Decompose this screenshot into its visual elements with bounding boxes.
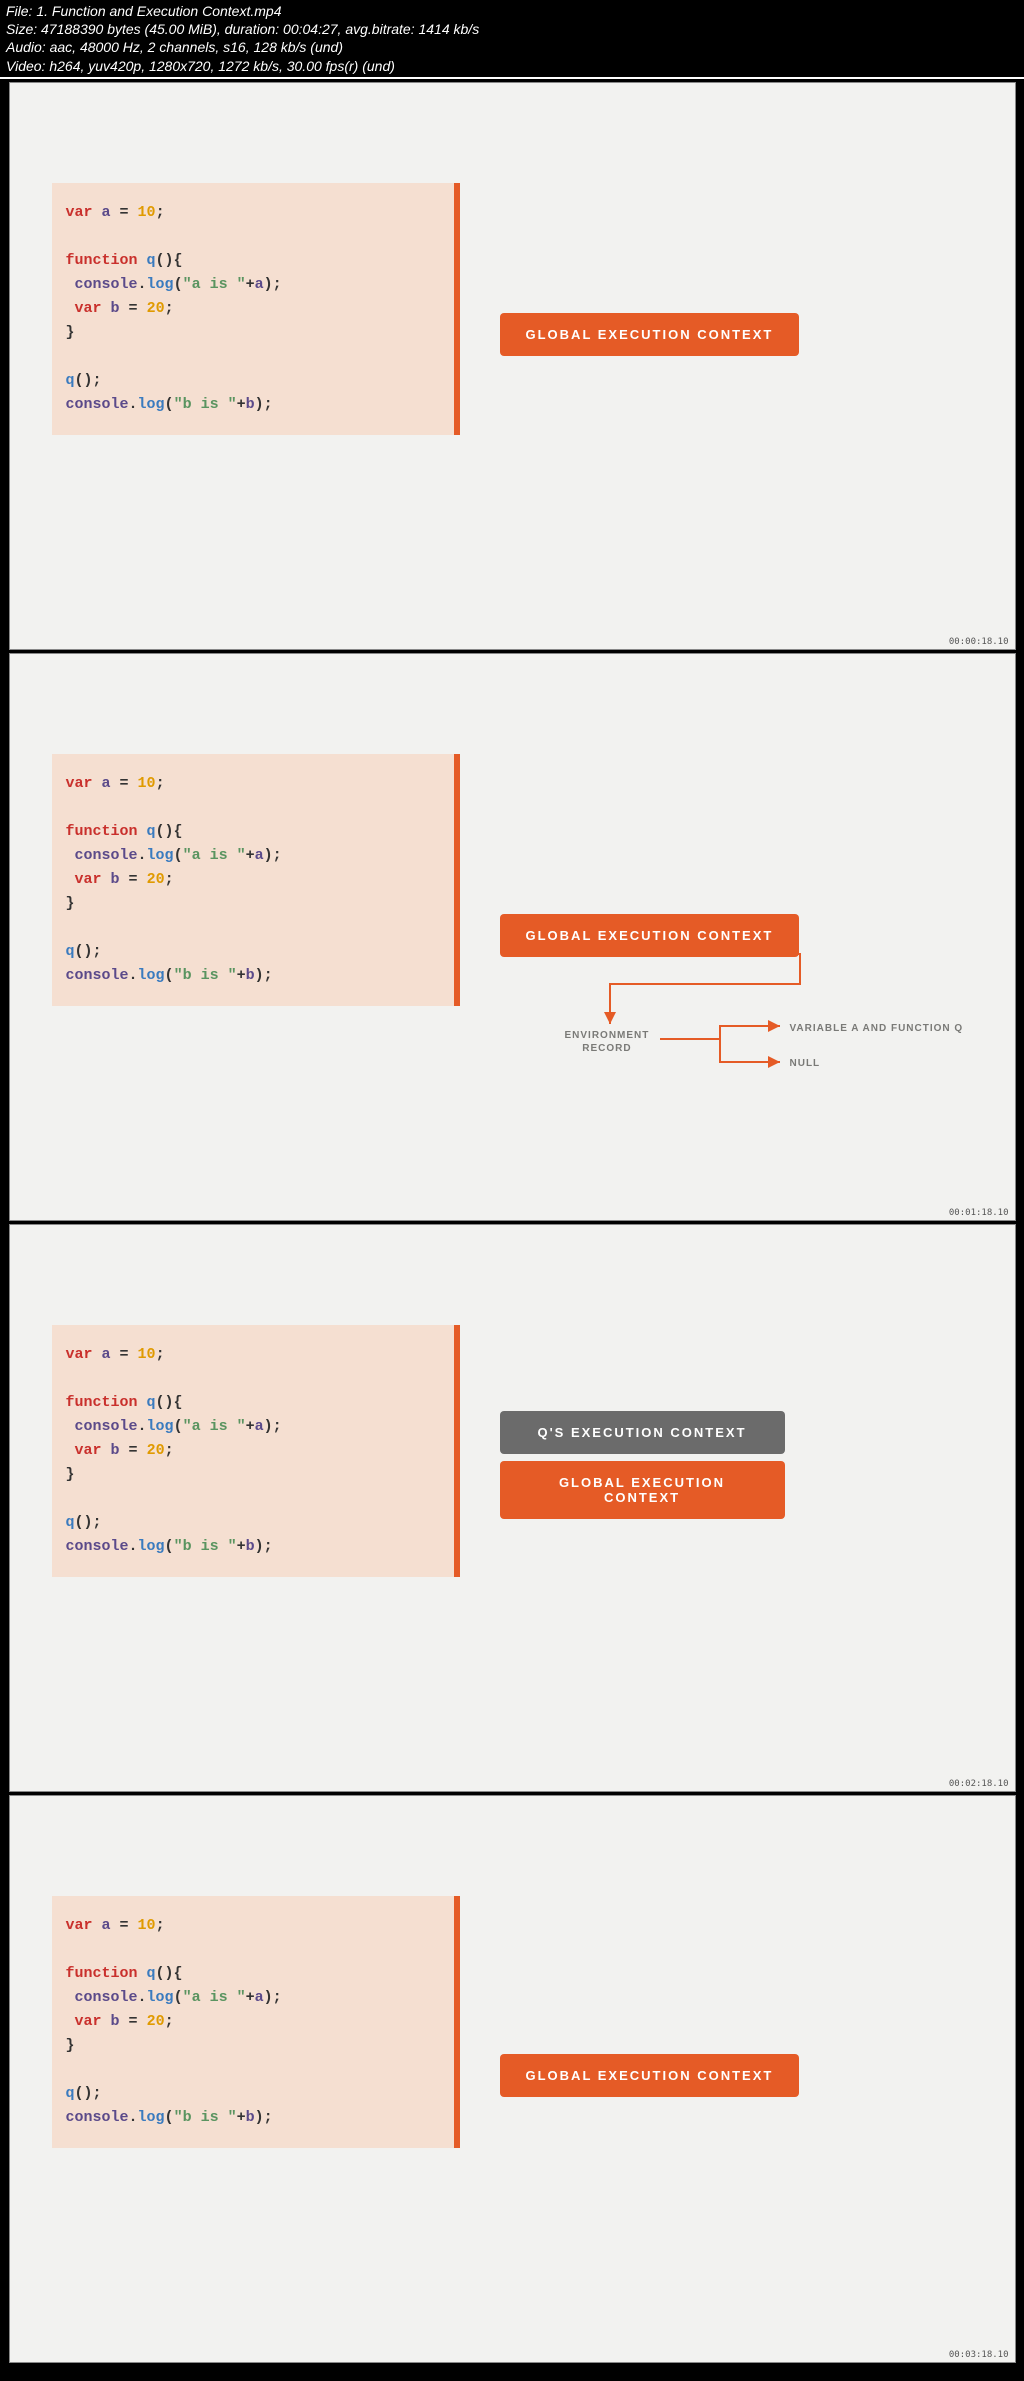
timestamp: 00:03:18.10 bbox=[949, 2350, 1009, 2360]
code-panel: var a = 10; function q(){ console.log("a… bbox=[52, 754, 454, 1006]
global-context-label: GLOBAL EXECUTION CONTEXT bbox=[500, 2054, 800, 2097]
environment-record-label: ENVIRONMENT RECORD bbox=[565, 1029, 650, 1055]
video-line: Video: h264, yuv420p, 1280x720, 1272 kb/… bbox=[6, 57, 1018, 75]
code-panel: var a = 10; function q(){ console.log("a… bbox=[52, 183, 454, 435]
code-block: var a = 10; function q(){ console.log("a… bbox=[66, 201, 440, 417]
global-context-label: GLOBAL EXECUTION CONTEXT bbox=[500, 914, 800, 957]
file-line: File: 1. Function and Execution Context.… bbox=[6, 2, 1018, 20]
global-context-label: GLOBAL EXECUTION CONTEXT bbox=[500, 313, 800, 356]
q-context-label: Q'S EXECUTION CONTEXT bbox=[500, 1411, 785, 1454]
timestamp: 00:00:18.10 bbox=[949, 637, 1009, 647]
code-block: var a = 10; function q(){ console.log("a… bbox=[66, 1343, 440, 1559]
global-context-label: GLOBAL EXECUTION CONTEXT bbox=[500, 1461, 785, 1519]
media-info-header: File: 1. Function and Execution Context.… bbox=[0, 0, 1024, 79]
audio-line: Audio: aac, 48000 Hz, 2 channels, s16, 1… bbox=[6, 38, 1018, 56]
video-frame-3: var a = 10; function q(){ console.log("a… bbox=[9, 1224, 1016, 1792]
timestamp: 00:01:18.10 bbox=[949, 1208, 1009, 1218]
null-label: NULL bbox=[790, 1057, 821, 1070]
code-panel: var a = 10; function q(){ console.log("a… bbox=[52, 1896, 454, 2148]
size-line: Size: 47188390 bytes (45.00 MiB), durati… bbox=[6, 20, 1018, 38]
code-block: var a = 10; function q(){ console.log("a… bbox=[66, 772, 440, 988]
code-block: var a = 10; function q(){ console.log("a… bbox=[66, 1914, 440, 2130]
timestamp: 00:02:18.10 bbox=[949, 1779, 1009, 1789]
video-frame-4: var a = 10; function q(){ console.log("a… bbox=[9, 1795, 1016, 2363]
video-frame-2: var a = 10; function q(){ console.log("a… bbox=[9, 653, 1016, 1221]
code-panel: var a = 10; function q(){ console.log("a… bbox=[52, 1325, 454, 1577]
video-frame-1: var a = 10; function q(){ console.log("a… bbox=[9, 82, 1016, 650]
variable-function-label: VARIABLE A AND FUNCTION Q bbox=[790, 1022, 964, 1035]
